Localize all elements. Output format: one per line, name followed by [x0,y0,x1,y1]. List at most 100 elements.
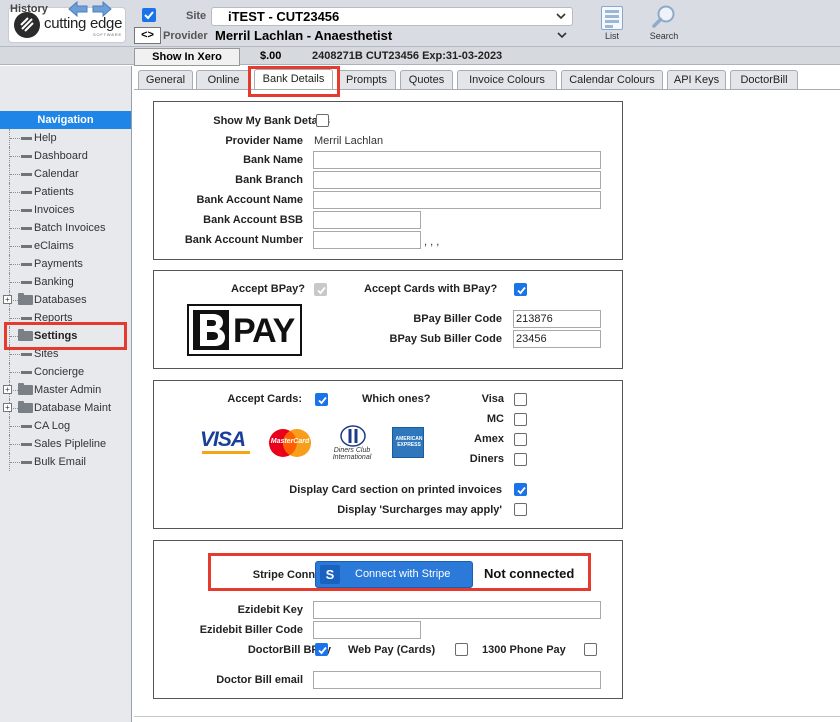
site-select[interactable]: iTEST - CUT23456 [211,7,573,26]
show-bank-details-checkbox[interactable] [316,114,329,127]
mc-checkbox[interactable] [514,413,527,426]
tree-connector [9,309,21,327]
accept-bpay-label: Accept BPay? [231,283,305,295]
history-back-arrow-icon[interactable] [68,1,88,17]
doctorbill-bpay-checkbox[interactable] [315,643,328,656]
web-pay-checkbox[interactable] [455,643,468,656]
sidebar-item-reports[interactable]: Reports [0,309,131,327]
provider-label: Provider [163,30,208,42]
bank-branch-label: Bank Branch [235,174,303,186]
list-button[interactable]: List [596,6,628,42]
accept-cards-bpay-label: Accept Cards with BPay? [364,283,498,295]
sidebar-item-help[interactable]: Help [0,129,131,147]
tree-connector [9,435,21,453]
surcharges-checkbox[interactable] [514,503,527,516]
tree-connector [9,363,21,381]
stripe-panel: Stripe Connect S Connect with Stripe Not… [153,540,623,699]
sidebar-item-sales-pipleline[interactable]: Sales Pipleline [0,435,131,453]
diners-checkbox[interactable] [514,453,527,466]
accept-cards-bpay-checkbox[interactable] [514,283,527,296]
sidebar-item-calendar[interactable]: Calendar [0,165,131,183]
sidebar-item-sites[interactable]: Sites [0,345,131,363]
show-in-xero-button[interactable]: Show In Xero [134,48,240,66]
site-checkbox[interactable] [142,8,156,22]
bank-account-number-label: Bank Account Number [184,234,303,246]
bank-account-name-input[interactable] [313,191,601,209]
sidebar-item-banking[interactable]: Banking [0,273,131,291]
tree-connector [9,417,21,435]
sidebar-item-label: Batch Invoices [34,222,106,234]
connect-with-stripe-button[interactable]: S Connect with Stripe [315,561,473,588]
ezidebit-biller-code-input[interactable] [313,621,421,639]
tab-general[interactable]: General [138,70,193,90]
amex-logo: AMERICAN EXPRESS [392,427,424,458]
sidebar-item-label: Banking [34,276,74,288]
display-card-section-checkbox[interactable] [514,483,527,496]
sidebar-item-database-maint[interactable]: + Database Maint [0,399,131,417]
phone-pay-checkbox[interactable] [584,643,597,656]
sidebar-item-label: Patients [34,186,74,198]
doctor-bill-email-label: Doctor Bill email [216,674,303,686]
diners-club-logo: Diners Club International [328,425,376,461]
search-button[interactable]: Search [647,4,681,42]
folder-icon [18,383,33,395]
tree-connector [9,255,21,273]
ezidebit-key-label: Ezidebit Key [237,604,303,616]
sidebar-item-invoices[interactable]: Invoices [0,201,131,219]
visa-checkbox[interactable] [514,393,527,406]
sidebar-item-settings[interactable]: Settings [0,327,131,345]
ezidebit-key-input[interactable] [313,601,601,619]
history-forward-arrow-icon[interactable] [92,1,112,17]
which-cards-label: Which ones? [362,393,431,405]
sidebar-item-concierge[interactable]: Concierge [0,363,131,381]
provider-select[interactable]: Merril Lachlan - Anaesthetist [211,27,573,46]
provider-name-value: Merril Lachlan [314,135,384,147]
amex-checkbox[interactable] [514,433,527,446]
tab-quotes[interactable]: Quotes [400,70,453,90]
sidebar-item-dashboard[interactable]: Dashboard [0,147,131,165]
sidebar-item-eclaims[interactable]: eClaims [0,237,131,255]
tab-doctorbill[interactable]: DoctorBill [730,70,798,90]
balance-value: $.00 [260,50,282,62]
expand-plus-icon[interactable]: + [3,295,12,304]
sidebar-item-ca-log[interactable]: CA Log [0,417,131,435]
bank-details-panel: Show My Bank Details Provider Name Merri… [153,101,623,260]
accept-bpay-checkbox[interactable] [314,283,327,296]
accept-cards-checkbox[interactable] [315,393,328,406]
tab-api-keys[interactable]: API Keys [667,70,726,90]
doctor-bill-email-input[interactable] [313,671,601,689]
sidebar-item-databases[interactable]: + Databases [0,291,131,309]
tab-online[interactable]: Online [196,70,251,90]
sidebar-item-bulk-email[interactable]: Bulk Email [0,453,131,471]
bank-bsb-label: Bank Account BSB [203,214,303,226]
tab-prompts[interactable]: Prompts [337,70,396,90]
sidebar-item-batch-invoices[interactable]: Batch Invoices [0,219,131,237]
bank-account-number-input[interactable] [313,231,421,249]
swap-button[interactable]: <> [134,27,161,44]
site-select-value: iTEST - CUT23456 [228,9,340,24]
expand-plus-icon[interactable]: + [3,385,12,394]
tab-calendar-colours[interactable]: Calendar Colours [561,70,663,90]
bpay-biller-code-label: BPay Biller Code [413,313,502,325]
bank-branch-input[interactable] [313,171,601,189]
bank-bsb-input[interactable] [313,211,421,229]
sidebar-item-patients[interactable]: Patients [0,183,131,201]
list-icon [601,6,623,30]
tab-bank-details[interactable]: Bank Details [254,69,333,90]
account-number-suffix: , , , [424,236,440,248]
bank-name-input[interactable] [313,151,601,169]
tree-connector [9,147,21,165]
bank-account-name-label: Bank Account Name [196,194,303,206]
tab-invoice-colours[interactable]: Invoice Colours [457,70,557,90]
bpay-biller-code-input[interactable]: 213876 [513,310,601,328]
sidebar-item-label: Sites [34,348,59,360]
bpay-sub-biller-code-input[interactable]: 23456 [513,330,601,348]
content-bottom-border [134,716,840,717]
surcharges-label: Display 'Surcharges may apply' [337,504,502,516]
sidebar-item-payments[interactable]: Payments [0,255,131,273]
folder-icon [18,293,33,305]
provider-name-label: Provider Name [225,135,303,147]
sidebar-item-label: Sales Pipleline [34,438,107,450]
sidebar-item-master-admin[interactable]: + Master Admin [0,381,131,399]
expand-plus-icon[interactable]: + [3,403,12,412]
